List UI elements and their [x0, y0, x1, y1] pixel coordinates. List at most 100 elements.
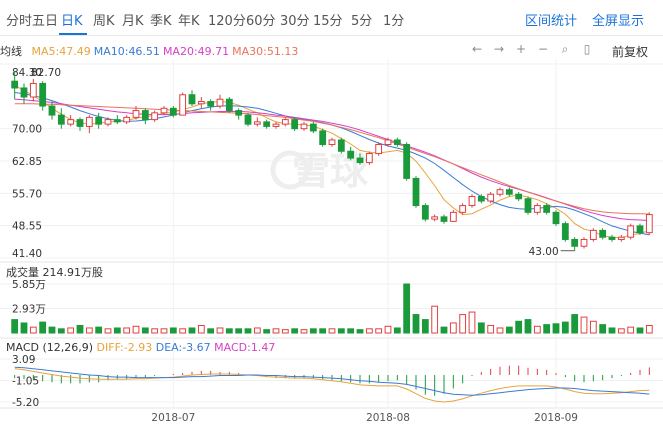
macd-axis-label: 3.09 — [12, 354, 35, 366]
volume-bar — [291, 328, 299, 334]
stock-chart-panel: 分时 五日 日K 周K 月K 季K 年K 120分 60分 30分 15分 5分 1分 区间统计 全屏显示 … — [0, 0, 663, 431]
candle-body — [393, 139, 401, 145]
candle-body — [235, 110, 243, 116]
volume-bar — [188, 327, 196, 334]
volume-bar — [207, 328, 215, 334]
volume-bar — [235, 328, 243, 334]
macd-dea-value: DEA:-3.67 — [152, 341, 210, 354]
candle-body — [188, 94, 196, 105]
low-annotation-label: 43.00 — [529, 246, 559, 258]
volume-bar — [132, 325, 140, 334]
volume-bar — [543, 324, 551, 334]
volume-bar — [403, 283, 411, 334]
candle-body — [608, 236, 616, 240]
kline-chart[interactable]: 84.3082.7070.0062.8555.7048.5541.402018-… — [0, 0, 663, 431]
volume-bar — [57, 328, 65, 334]
candle-body — [496, 189, 504, 195]
candle-body — [617, 236, 625, 240]
volume-bar — [272, 328, 280, 334]
volume-bar — [561, 321, 569, 334]
x-axis-label: 2018-07 — [151, 412, 195, 424]
candle-body — [67, 119, 75, 125]
volume-bar — [11, 319, 19, 334]
volume-bar — [412, 314, 420, 334]
volume-bar — [263, 329, 271, 334]
candle-body — [319, 130, 327, 145]
price-axis-label: 48.55 — [12, 221, 42, 233]
candle-body — [76, 119, 84, 127]
volume-bar — [496, 327, 504, 334]
candle-body — [375, 143, 383, 155]
candle-body — [468, 195, 476, 207]
candle-body — [11, 80, 19, 89]
candle-body — [113, 119, 121, 123]
candle-body — [571, 238, 579, 247]
candle-body — [356, 157, 364, 164]
volume-title: 成交量 214.91万股 — [6, 265, 103, 279]
volume-bar — [533, 325, 541, 334]
volume-bar — [253, 327, 261, 334]
candle-body — [487, 193, 495, 202]
volume-bar — [580, 316, 588, 334]
volume-bar — [20, 322, 28, 334]
macd-axis-label: -5.20 — [12, 397, 39, 409]
volume-bar — [67, 327, 75, 334]
volume-bar — [356, 329, 364, 334]
candle-body — [39, 82, 47, 107]
candle-body — [524, 198, 532, 213]
candle-body — [580, 238, 588, 247]
candle-body — [141, 110, 149, 121]
volume-bar — [645, 324, 653, 334]
price-axis-label: 70.00 — [12, 124, 42, 136]
volume-bar — [113, 327, 121, 334]
volume-bar — [468, 311, 476, 334]
candle-body — [421, 205, 429, 220]
candle-body — [552, 211, 560, 225]
volume-bar — [571, 314, 579, 334]
macd-diff-value: DIFF:-2.93 — [93, 341, 152, 354]
candle-body — [216, 98, 224, 107]
volume-bar — [95, 326, 103, 334]
macd-dea-line — [14, 366, 650, 396]
volume-bar — [85, 327, 93, 334]
candle-body — [599, 229, 607, 238]
candle-body — [57, 114, 65, 125]
candle-body — [431, 216, 439, 220]
macd-axis-label: -1.05 — [12, 375, 39, 387]
candle-body — [197, 101, 205, 105]
candle-body — [225, 98, 233, 112]
candle-body — [132, 110, 140, 118]
volume-bar — [244, 328, 252, 334]
candle-body — [337, 139, 345, 152]
candle-body — [403, 143, 411, 179]
volume-bar — [309, 328, 317, 334]
candle-body — [543, 205, 551, 213]
volume-bar — [123, 327, 131, 334]
volume-bar — [281, 329, 289, 334]
price-axis-label: 82.70 — [31, 67, 61, 79]
candle-body — [515, 193, 523, 200]
volume-bar — [627, 326, 635, 334]
volume-bar — [421, 319, 429, 334]
macd-hist-value: MACD:1.47 — [211, 341, 276, 354]
candle-body — [291, 119, 299, 130]
volume-bar — [76, 324, 84, 334]
candle-body — [253, 121, 261, 125]
price-axis-label: 41.40 — [12, 248, 42, 260]
candle-body — [561, 223, 569, 240]
volume-bar — [431, 305, 439, 334]
volume-bar — [365, 328, 373, 334]
volume-bar — [440, 326, 448, 334]
candle-body — [20, 87, 28, 98]
volume-bar — [39, 321, 47, 334]
volume-bar — [347, 328, 355, 334]
candle-body — [281, 119, 289, 125]
volume-bar — [169, 327, 177, 334]
candle-body — [449, 211, 457, 222]
volume-axis-label: 2.93万 — [12, 303, 46, 315]
volume-bar — [48, 326, 56, 334]
volume-bar — [477, 322, 485, 334]
watermark-text: 雪球 — [292, 149, 369, 193]
candle-body — [384, 139, 392, 145]
candle-body — [328, 139, 336, 145]
